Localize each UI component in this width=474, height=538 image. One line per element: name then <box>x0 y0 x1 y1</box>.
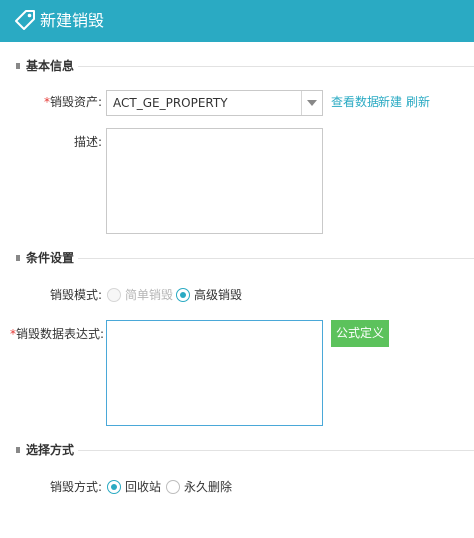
chevron-down-icon[interactable] <box>307 100 317 106</box>
method-recycle-label: 回收站 <box>125 480 162 494</box>
section-divider <box>78 450 474 451</box>
method-permanent-radio[interactable] <box>166 480 180 494</box>
mode-label: 销毁模式: <box>49 288 102 302</box>
section-method: 选择方式 <box>0 442 474 458</box>
expression-textarea[interactable] <box>106 320 323 426</box>
select-separator <box>301 91 302 115</box>
tag-icon <box>15 10 35 30</box>
section-divider <box>78 258 474 259</box>
asset-select-value: ACT_GE_PROPERTY <box>113 96 228 110</box>
mode-advanced-label: 高级销毁 <box>194 288 243 302</box>
section-title: 选择方式 <box>26 443 75 457</box>
section-basic-info: 基本信息 <box>0 58 474 74</box>
formula-define-button[interactable]: 公式定义 <box>331 320 389 347</box>
section-title: 基本信息 <box>26 59 75 73</box>
refresh-link[interactable]: 刷新 <box>406 94 430 110</box>
mode-advanced-radio[interactable] <box>176 288 190 302</box>
asset-select[interactable]: ACT_GE_PROPERTY <box>106 90 323 116</box>
dialog-header: 新建销毁 <box>0 0 474 42</box>
section-marker <box>16 255 20 261</box>
method-label: 销毁方式: <box>49 480 102 494</box>
mode-simple-label: 简单销毁 <box>125 288 174 302</box>
section-marker <box>16 63 20 69</box>
new-link[interactable]: 新建 <box>378 94 402 110</box>
description-textarea[interactable] <box>106 128 323 234</box>
view-data-link[interactable]: 查看数据 <box>331 94 379 110</box>
mode-simple-radio[interactable] <box>107 288 121 302</box>
asset-label: *销毁资产: <box>43 95 102 109</box>
section-divider <box>78 66 474 67</box>
section-condition: 条件设置 <box>0 250 474 266</box>
description-label: 描述: <box>73 135 102 149</box>
section-marker <box>16 447 20 453</box>
section-title: 条件设置 <box>26 251 75 265</box>
method-recycle-radio[interactable] <box>107 480 121 494</box>
method-permanent-label: 永久删除 <box>184 480 233 494</box>
dialog-title: 新建销毁 <box>40 11 105 30</box>
expression-label: *销毁数据表达式: <box>10 327 105 341</box>
